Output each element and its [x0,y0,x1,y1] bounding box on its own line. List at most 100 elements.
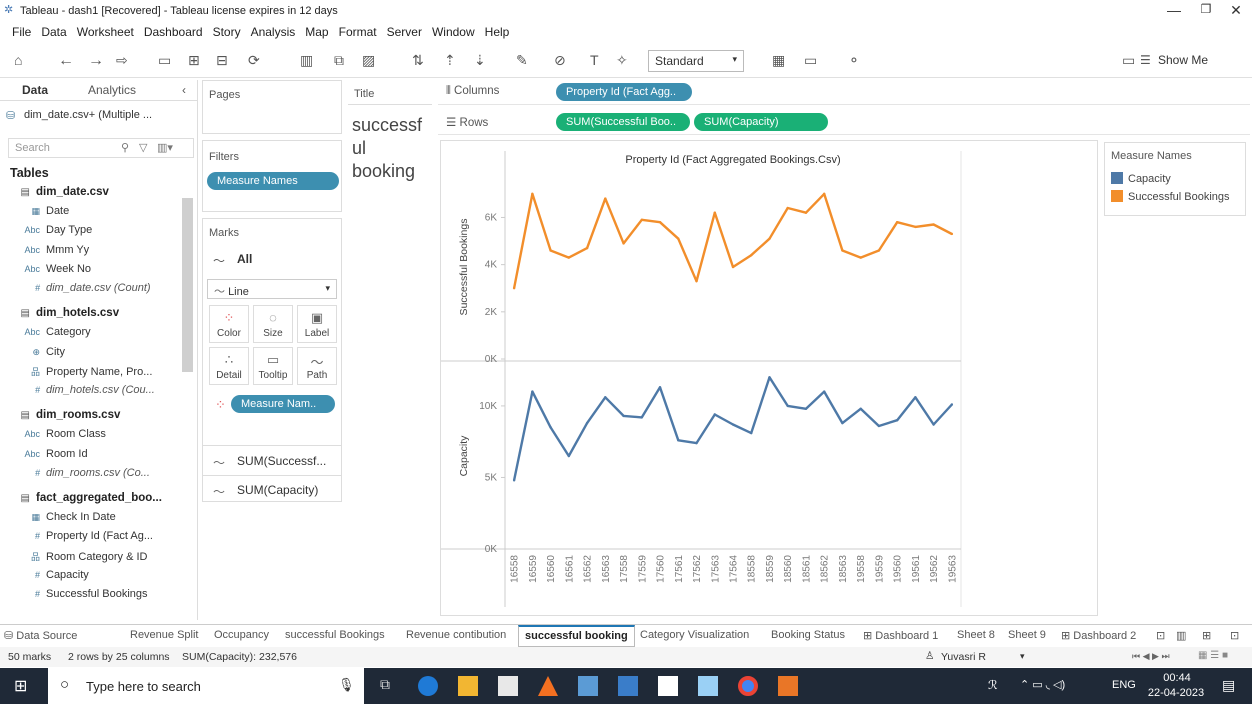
field-item[interactable]: Abc Room Id [0,448,180,467]
data-point[interactable] [658,386,662,389]
data-point[interactable] [512,479,516,482]
refresh-icon[interactable]: ⟳ [248,52,260,70]
file-explorer-icon[interactable] [458,676,478,696]
field-item[interactable]: Abc Day Type [0,224,180,243]
data-point[interactable] [713,413,716,416]
presentation-icon[interactable]: ▭ [804,52,817,70]
clock-time[interactable]: 00:44 [1150,672,1204,684]
data-point[interactable] [950,403,954,406]
tooltip-icon[interactable]: ▭ [1122,52,1135,70]
restore-icon[interactable]: ❐ [1196,2,1216,20]
tab-analytics[interactable]: Analytics [88,83,136,97]
snipping-icon[interactable] [698,676,718,696]
data-point[interactable] [786,206,789,210]
fit-dropdown[interactable]: Standard ▾ [648,50,744,72]
legend-item-successful[interactable]: Successful Bookings [1111,190,1230,203]
sort-descending-icon[interactable]: ⇣ [474,52,486,70]
data-point[interactable] [695,441,698,445]
table-group[interactable]: ▤ dim_date.csv [0,186,180,205]
data-point[interactable] [895,419,899,422]
task-view-icon[interactable]: ⧉ [380,676,400,696]
highlight-icon[interactable]: ✎ [516,52,528,70]
data-point[interactable] [622,242,625,245]
data-point[interactable] [677,439,680,442]
data-point[interactable] [877,424,881,428]
path-button[interactable]: 〜 Path [297,347,337,385]
line-chart[interactable]: Property Id (Fact Aggregated Bookings.Cs… [441,141,1099,617]
field-item[interactable]: 品 Property Name, Pro... [0,365,180,384]
label-icon[interactable]: T [590,52,599,70]
data-point[interactable] [640,416,643,419]
duplicate-icon[interactable]: ⧉ [334,52,344,70]
menu-help[interactable]: Help [485,25,510,39]
filter-icon[interactable]: ▽ [139,141,147,154]
minimize-icon[interactable]: — [1164,2,1184,20]
data-point[interactable] [549,249,552,252]
close-icon[interactable]: ✕ [1226,2,1246,20]
menu-server[interactable]: Server [387,25,422,39]
field-item[interactable]: Abc Room Class [0,428,180,447]
new-dashboard-tab-icon[interactable]: ⊞ [1202,629,1211,642]
tab-successful-bookings[interactable]: successful Bookings [285,629,385,641]
filter-pill-measure-names[interactable]: Measure Names [207,172,339,190]
language-indicator[interactable]: ENG [1112,679,1136,691]
photos-icon[interactable] [578,676,598,696]
data-point[interactable] [622,414,625,418]
new-datasource-tab-icon[interactable]: ⊡ [1156,629,1165,642]
menu-dashboard[interactable]: Dashboard [144,25,203,39]
redo-icon[interactable]: ⇨ [116,52,128,70]
windows-start-icon[interactable]: ⊞ [14,676,27,696]
new-worksheet-icon[interactable]: ▥ [300,52,313,70]
mail-icon[interactable] [658,676,678,696]
data-point[interactable] [567,256,571,259]
columns-shelf[interactable]: ⫴ Columns Property Id (Fact Agg.. [438,80,1250,105]
menu-data[interactable]: Data [41,25,66,39]
tray-icons[interactable]: ⌃ ▭ ◟ ◁) [1020,678,1065,691]
rows-shelf[interactable]: ☰ Rows SUM(Successful Boo.. SUM(Capacity… [438,110,1250,135]
tab-category-visualization[interactable]: Category Visualization [640,629,749,641]
data-point[interactable] [731,265,735,269]
tableau-taskbar-icon[interactable] [778,676,798,696]
show-cards-icon[interactable]: ▦ [772,52,785,70]
data-point[interactable] [549,426,552,429]
tab-sheet-8[interactable]: Sheet 8 [957,629,995,641]
data-point[interactable] [677,237,680,240]
field-item[interactable]: ⊕ City [0,346,180,365]
series-line-successful-bookings[interactable] [512,192,953,289]
data-point[interactable] [950,232,954,236]
field-item[interactable]: ▦ Check In Date [0,511,180,530]
marks-all[interactable]: All [237,252,252,266]
size-button[interactable]: ◌ Size [253,305,293,343]
rows-pill-capacity[interactable]: SUM(Capacity) [694,113,828,131]
data-point[interactable] [604,396,607,399]
field-item[interactable]: 品 Room Category & ID [0,550,180,569]
tab-dashboard-1[interactable]: ⊞ Dashboard 1 [863,629,938,642]
field-item[interactable]: # Successful Bookings [0,588,180,607]
rows-pill-successful[interactable]: SUM(Successful Boo.. [556,113,690,131]
field-item[interactable]: # dim_hotels.csv (Cou... [0,384,180,403]
save-icon[interactable]: ▭ [158,52,171,70]
forward-icon[interactable]: → [88,52,104,70]
data-point[interactable] [932,223,935,226]
legend-item-capacity[interactable]: Capacity [1111,172,1171,185]
field-item[interactable]: Abc Mmm Yy [0,244,180,263]
group-icon[interactable]: ⊘ [554,52,566,70]
series-line-capacity[interactable] [512,376,953,481]
pages-shelf[interactable]: Pages [202,80,342,134]
status-user[interactable]: Yuvasri R [941,651,986,663]
data-point[interactable] [695,279,698,283]
sort-ascending-icon[interactable]: ⇡ [444,52,456,70]
data-point[interactable] [841,249,844,252]
tab-successful-booking[interactable]: successful booking [518,625,635,647]
data-point[interactable] [859,407,862,410]
outlook-icon[interactable] [618,676,638,696]
data-point[interactable] [841,421,844,425]
data-point[interactable] [823,192,826,196]
field-item[interactable]: # dim_rooms.csv (Co... [0,467,180,486]
data-point[interactable] [804,407,808,410]
view-toggle-icon[interactable]: ▦ ☰ ■ [1198,650,1228,661]
data-point[interactable] [585,421,589,425]
home-icon[interactable]: ⌂ [14,52,22,70]
datasource-name[interactable]: dim_date.csv+ (Multiple ... [24,109,152,121]
data-point[interactable] [786,404,789,408]
